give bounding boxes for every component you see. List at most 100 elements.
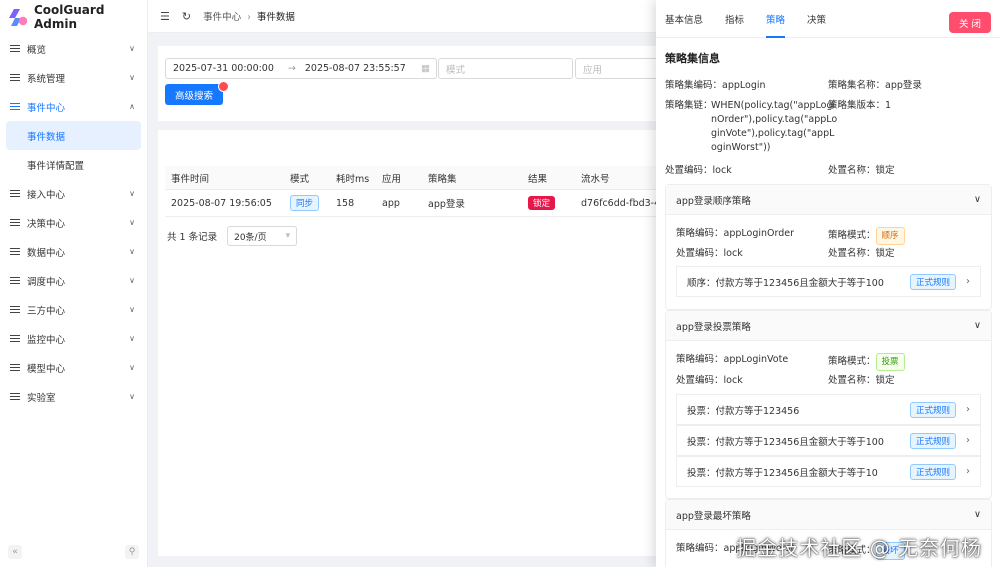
policy-set-name: 策略集名称：app登录 (828, 79, 922, 93)
column-header[interactable]: 流水号 (581, 171, 610, 185)
menu-icon (10, 392, 20, 401)
section-title: 策略集信息 (665, 52, 720, 65)
sidebar-item-schedule[interactable]: 调度中心 ∨ (0, 266, 147, 295)
result-tag: 锁定 (528, 196, 556, 210)
menu-icon (10, 334, 20, 343)
column-header[interactable]: 应用 (382, 171, 401, 185)
chain-line: oginWorst")) (711, 142, 771, 153)
policy-disposal-code: 处置编码：lock (676, 374, 743, 388)
sidebar-item-event-center[interactable]: 事件中心 ∧ (0, 92, 147, 121)
sidebar-subitem-event-data[interactable]: 事件数据 (6, 121, 141, 150)
value: 锁定 (875, 248, 895, 259)
mode-tag: 顺序 (875, 227, 905, 245)
pin-icon[interactable]: ⚲ (125, 545, 139, 559)
sidebar-item-system[interactable]: 系统管理 ∨ (0, 63, 147, 92)
close-button[interactable]: 关 闭 (949, 12, 991, 33)
rule-row[interactable]: 顺序：付款方等于123456且金额大于等于100 正式规则 › (676, 266, 981, 297)
policy-disposal-code: 处置编码：lock (676, 247, 743, 261)
tab-metrics[interactable]: 指标 (725, 0, 744, 38)
policy-title: app登录投票策略 (676, 321, 751, 333)
chevron-down-icon: ∨ (129, 392, 135, 401)
chain-line: ginVote"),policy.tag("appL (711, 128, 835, 139)
label: 处置名称： (828, 248, 876, 259)
chevron-right-icon: › (966, 404, 970, 415)
tab-decision[interactable]: 决策 (807, 0, 826, 38)
label: 策略编码： (676, 354, 724, 365)
value: app登录 (885, 80, 922, 91)
rule-row[interactable]: 投票：付款方等于123456 正式规则 › (676, 394, 981, 425)
page-size-select[interactable]: 20条/页 ▾ (227, 226, 298, 246)
breadcrumb-parent[interactable]: 事件中心 (203, 12, 241, 23)
value: 1 (885, 100, 892, 111)
column-header[interactable]: 结果 (528, 171, 547, 185)
policy-set-version: 策略集版本：1 (828, 99, 891, 113)
rule-tag: 正式规则 (909, 401, 956, 418)
column-header[interactable]: 策略集 (428, 171, 457, 185)
policy-panel-header[interactable]: app登录顺序策略 ∨ (666, 185, 991, 215)
chevron-down-icon: ∨ (974, 509, 981, 520)
pagination: 共 1 条记录 20条/页 ▾ (167, 226, 298, 246)
policy-mode: 策略模式： 顺序 (828, 227, 905, 245)
date-range-picker[interactable]: 2025-07-31 00:00:00 → 2025-08-07 23:55:5… (165, 58, 437, 79)
value: lock (712, 165, 732, 176)
chevron-right-icon: › (966, 276, 970, 287)
disposal-code: 处置编码：lock (665, 164, 732, 178)
policy-code: 策略编码：appLoginOrder (676, 227, 794, 241)
sidebar-item-data[interactable]: 数据中心 ∨ (0, 237, 147, 266)
value: 锁定 (875, 165, 895, 176)
rule-text: 投票：付款方等于123456且金额大于等于10 (687, 467, 878, 479)
sidebar-item-overview[interactable]: 概览 ∨ (0, 34, 147, 63)
column-header[interactable]: 事件时间 (171, 171, 209, 185)
sidebar-item-model[interactable]: 模型中心 ∨ (0, 353, 147, 382)
column-header[interactable]: 耗时ms (336, 171, 369, 185)
policy-panel-vote: app登录投票策略 ∨ 策略编码：appLoginVote 策略模式： 投票 处置编… (665, 310, 992, 499)
sidebar-subitem-event-detail-config[interactable]: 事件详情配置 (0, 150, 147, 179)
label: 处置名称： (828, 165, 876, 176)
menu-icon (10, 305, 20, 314)
arrow-right-icon: → (287, 63, 296, 74)
mode-tag: 投票 (875, 353, 905, 371)
rule-text: 投票：付款方等于123456 (687, 405, 800, 417)
label: 策略编码： (676, 543, 724, 554)
tab-policy[interactable]: 策略 (766, 0, 786, 38)
label: 策略集编码： (665, 80, 723, 91)
policy-panel-header[interactable]: app登录投票策略 ∨ (666, 311, 991, 341)
advanced-search-button[interactable]: 高级搜索 (165, 84, 224, 105)
menu-toggle-icon[interactable]: ☰ (160, 10, 170, 23)
chevron-down-icon: ∨ (129, 189, 135, 198)
rule-tag: 正式规则 (909, 432, 956, 449)
cell-serial[interactable]: d76fc6dd-fbd3-4b (581, 198, 666, 209)
menu-icon (10, 276, 20, 285)
label: 策略集名称： (828, 80, 886, 91)
app-title: CoolGuard Admin (34, 3, 105, 31)
chain-line: WHEN(policy.tag("appLogi (711, 100, 836, 111)
column-header[interactable]: 模式 (290, 171, 309, 185)
chevron-down-icon: ∨ (129, 305, 135, 314)
label: 策略模式： (828, 356, 876, 367)
app-logo[interactable]: CoolGuard Admin (0, 0, 147, 34)
start-time: 2025-07-31 00:00:00 (173, 63, 274, 74)
tab-basic-info[interactable]: 基本信息 (665, 0, 703, 38)
chevron-right-icon: › (966, 435, 970, 446)
sidebar-item-lab[interactable]: 实验室 ∨ (0, 382, 147, 411)
refresh-icon[interactable]: ↻ (182, 10, 191, 23)
breadcrumb: 事件中心 › 事件数据 (203, 9, 295, 23)
sidebar-item-third-party[interactable]: 三方中心 ∨ (0, 295, 147, 324)
policy-set-chain: WHEN(policy.tag("appLogi nOrder"),policy… (711, 99, 837, 155)
sidebar-item-monitor[interactable]: 监控中心 ∨ (0, 324, 147, 353)
sidebar-item-decision[interactable]: 决策中心 ∨ (0, 208, 147, 237)
end-time: 2025-08-07 23:55:57 (304, 63, 406, 74)
sidebar-item-access[interactable]: 接入中心 ∨ (0, 179, 147, 208)
policy-disposal-name: 处置名称：锁定 (828, 247, 895, 261)
value: lock (723, 375, 743, 386)
menu-icon (10, 44, 20, 53)
total-count: 共 1 条记录 (167, 232, 218, 243)
mode-select[interactable]: 模式 (438, 58, 573, 79)
policy-panel-header[interactable]: app登录最坏策略 ∨ (666, 500, 991, 530)
detail-drawer: 基本信息 指标 策略 决策 关 闭 策略集信息 策略集编码：appLogin 策… (656, 0, 1000, 567)
rule-row[interactable]: 投票：付款方等于123456且金额大于等于100 正式规则 › (676, 425, 981, 456)
menu-icon (10, 189, 20, 198)
collapse-icon[interactable]: « (8, 545, 22, 559)
rule-tag: 正式规则 (909, 273, 956, 290)
rule-row[interactable]: 投票：付款方等于123456且金额大于等于10 正式规则 › (676, 456, 981, 487)
